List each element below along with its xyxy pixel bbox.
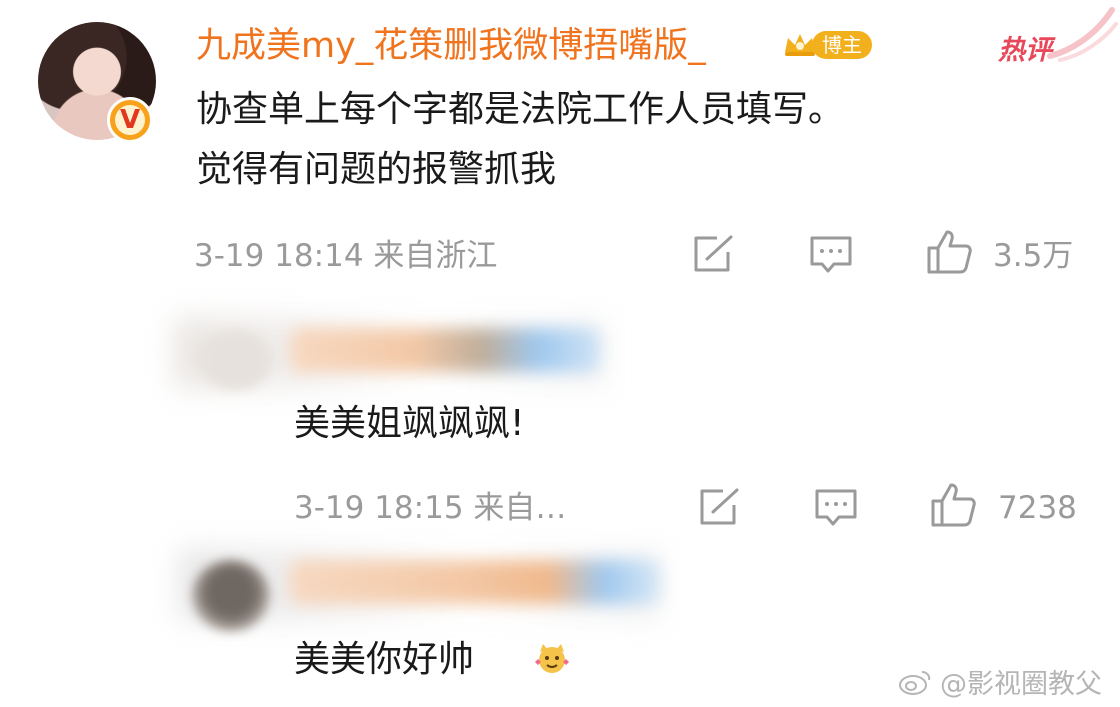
like-icon[interactable] [925,228,973,276]
like-icon[interactable] [929,481,977,529]
watermark-text: @影视圈教父 [940,669,1102,700]
like-count: 3.5万 [993,238,1074,274]
like-count: 7238 [998,490,1077,526]
reply-username[interactable] [290,560,660,604]
hot-decoration-icon [1047,7,1118,62]
reply-text: 美美姐飒飒飒! [294,403,525,444]
comment-icon[interactable] [808,234,854,276]
username[interactable]: 九成美my_花策删我微博捂嘴版_ [196,22,706,70]
reply-text: 美美你好帅 [294,639,475,680]
share-icon[interactable] [697,487,741,527]
comment-text-line-1: 协查单上每个字都是法院工作人员填写。 [196,89,845,130]
comment-meta: 3-19 18:14 来自浙江 [194,238,498,274]
sticker-icon [535,644,569,673]
verified-v-icon: V [107,97,153,143]
reply-avatar[interactable] [192,560,270,632]
reply-avatar[interactable] [200,330,272,390]
share-icon[interactable] [691,234,735,274]
reply-username[interactable] [290,328,600,372]
weibo-logo-icon [899,670,931,695]
watermark: @影视圈教父 [898,662,1102,701]
reply-meta: 3-19 18:15 来自… [294,490,567,526]
comment-text-line-2: 觉得有问题的报警抓我 [196,149,557,190]
comment-icon[interactable] [813,487,859,529]
blogger-badge: 博主 [812,31,872,59]
